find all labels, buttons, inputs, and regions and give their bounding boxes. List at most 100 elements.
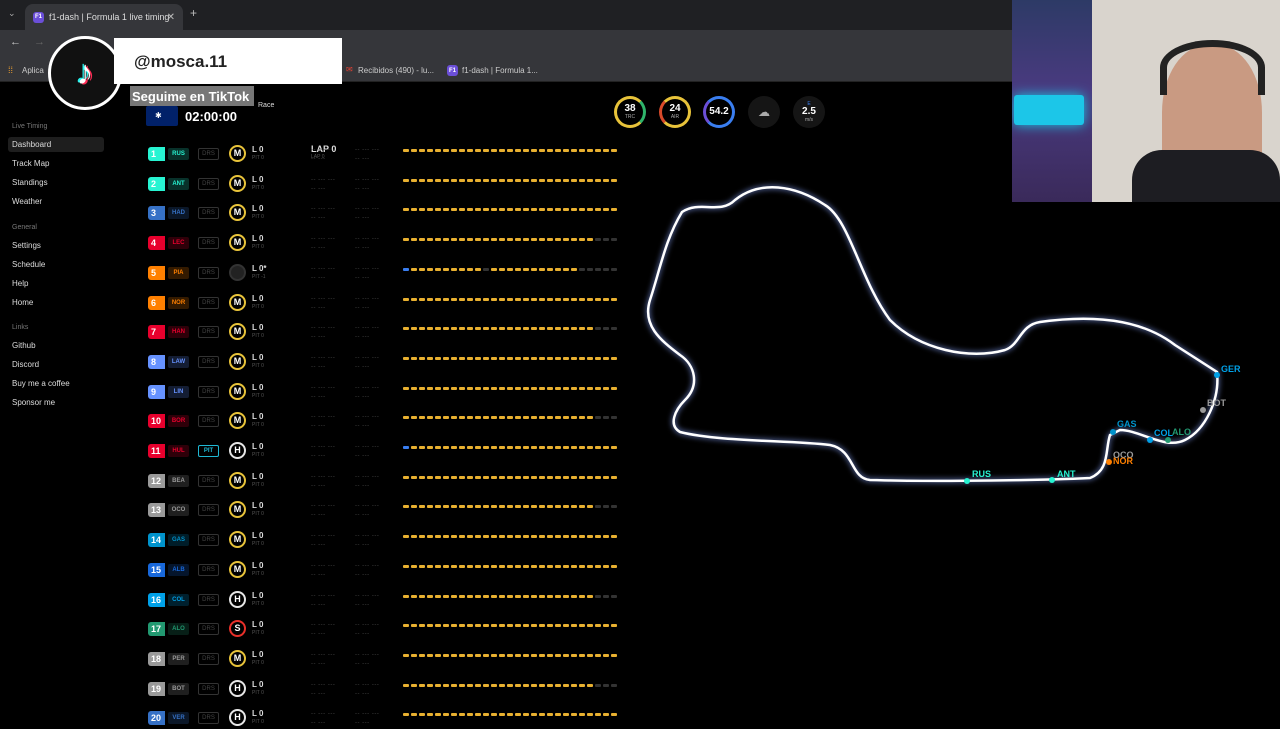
laptime-placeholder: -- --- ---	[355, 176, 380, 183]
driver-row[interactable]: 9 LIN DRS M L 0 PIT 0 -- --- --- -- --- --- -- -…	[148, 382, 618, 403]
minisector	[611, 564, 617, 568]
nav-discord[interactable]: Discord	[8, 357, 104, 372]
minisector	[507, 624, 513, 628]
car-dot-oco	[1106, 459, 1112, 465]
tab-search-chevron-icon[interactable]: ⌄	[8, 8, 16, 19]
minisector	[539, 713, 545, 717]
minisector	[411, 238, 417, 242]
minisector	[579, 238, 585, 242]
minisector	[411, 653, 417, 657]
nav-dashboard[interactable]: Dashboard	[8, 137, 104, 152]
gap-placeholder: -- --- ---	[311, 533, 336, 540]
nav-standings[interactable]: Standings	[8, 175, 104, 190]
nav-help[interactable]: Help	[8, 276, 104, 291]
nav-home[interactable]: Home	[8, 295, 104, 310]
driver-row[interactable]: 12 BEA DRS M L 0 PIT 0 -- --- --- -- --- --- -- …	[148, 471, 618, 492]
drs-indicator: DRS	[198, 712, 219, 725]
laptime-placeholder: -- --- ---	[355, 473, 380, 480]
bookmark-apps[interactable]: Aplica	[22, 66, 44, 75]
minisector	[483, 386, 489, 390]
nav-track-map[interactable]: Track Map	[8, 156, 104, 171]
interval-placeholder: -- ---	[311, 571, 326, 578]
minisector	[595, 149, 601, 152]
pit-count: PIT 0	[252, 333, 264, 340]
driver-code: BOR	[168, 415, 189, 428]
tyre-compound-icon: H	[229, 442, 246, 459]
lap-count: L 0	[252, 174, 264, 184]
minisector	[427, 446, 433, 449]
driver-row[interactable]: 16 COL DRS H L 0 PIT 0 -- --- --- -- --- --- -- …	[148, 590, 618, 611]
minisector	[555, 297, 561, 301]
minisector	[523, 267, 529, 271]
minisectors	[403, 624, 617, 628]
minisector	[587, 594, 593, 598]
driver-row[interactable]: 8 LAW DRS M L 0 PIT 0 -- --- --- -- --- --- -- -…	[148, 352, 618, 373]
driver-row[interactable]: 10 BOR DRS M L 0 PIT 0 -- --- --- -- --- --- -- …	[148, 412, 618, 432]
driver-row[interactable]: 17 ALO DRS S L 0 PIT 0 -- --- --- -- --- --- -- …	[148, 620, 618, 640]
minisector	[411, 446, 417, 449]
minisector	[515, 238, 521, 242]
nav-sponsor[interactable]: Sponsor me	[8, 395, 104, 410]
laptime-placeholder: -- --- ---	[355, 414, 380, 421]
driver-row[interactable]: 20 VER DRS H L 0 PIT 0 -- --- --- -- --- --- -- …	[148, 709, 618, 729]
interval-placeholder: -- ---	[311, 631, 326, 638]
minisector	[427, 208, 433, 212]
back-arrow-icon[interactable]: ←	[10, 36, 21, 48]
minisector	[563, 356, 569, 360]
nav-weather[interactable]: Weather	[8, 194, 104, 209]
driver-row[interactable]: 5 PIA DRS L 0* PIT -1 -- --- --- -- --- --- -- …	[148, 263, 618, 284]
driver-row[interactable]: 1 RUS DRS M L 0 PIT 0 -- --- --- -- --- --- -- -…	[148, 145, 618, 165]
driver-row[interactable]: 18 PER DRS M L 0 PIT 0 -- --- --- -- --- --- -- …	[148, 649, 618, 670]
minisector	[555, 505, 561, 509]
minisector	[451, 386, 457, 390]
driver-row[interactable]: 11 HUL PIT H L 0 PIT 0 -- --- --- -- --- --- -- …	[148, 442, 618, 462]
driver-row[interactable]: 2 ANT DRS M L 0 PIT 0 -- --- --- -- --- --- -- -…	[148, 174, 618, 195]
tab-title: f1-dash | Formula 1 live timing	[49, 12, 170, 22]
minisector	[483, 267, 489, 271]
driver-row[interactable]: 13 OCO DRS M L 0 PIT 0 -- --- --- -- --- --- -- …	[148, 501, 618, 521]
minisector	[467, 535, 473, 539]
minisector	[467, 446, 473, 449]
drs-indicator: DRS	[198, 534, 219, 547]
minisectors	[403, 327, 617, 331]
minisectors	[403, 178, 617, 182]
minisector	[467, 238, 473, 242]
minisector	[435, 683, 441, 687]
nav-buy-coffee[interactable]: Buy me a coffee	[8, 376, 104, 391]
minisector	[531, 713, 537, 717]
browser-tab[interactable]: F1 f1-dash | Formula 1 live timing ✕	[25, 4, 183, 30]
minisector	[603, 327, 609, 331]
minisector	[595, 624, 601, 628]
minisector	[603, 178, 609, 182]
driver-row[interactable]: 3 HAD DRS M L 0 PIT 0 -- --- --- -- --- --- -- -…	[148, 204, 618, 224]
position-badge: 14	[148, 533, 165, 548]
driver-row[interactable]: 14 GAS DRS M L 0 PIT 0 -- --- --- -- --- --- -- …	[148, 531, 618, 551]
nav-github[interactable]: Github	[8, 338, 104, 353]
minisector	[555, 267, 561, 271]
minisector	[483, 653, 489, 657]
minisector	[475, 208, 481, 212]
minisector	[435, 208, 441, 212]
driver-row[interactable]: 7 HAN DRS M L 0 PIT 0 -- --- --- -- --- --- -- -…	[148, 323, 618, 343]
bookmark-f1dash[interactable]: f1-dash | Formula 1...	[462, 66, 538, 75]
driver-row[interactable]: 19 BOT DRS H L 0 PIT 0 -- --- --- -- --- --- -- …	[148, 679, 618, 700]
minisector	[459, 297, 465, 301]
close-tab-icon[interactable]: ✕	[167, 12, 175, 23]
minisector	[475, 505, 481, 509]
minisector	[451, 297, 457, 301]
driver-row[interactable]: 6 NOR DRS M L 0 PIT 0 -- --- --- -- --- --- -- -…	[148, 293, 618, 314]
best-placeholder: -- ---	[355, 185, 370, 192]
position-badge: 7	[148, 325, 165, 340]
forward-arrow-icon[interactable]: →	[34, 36, 45, 48]
minisector	[411, 356, 417, 360]
minisector	[403, 475, 409, 479]
bookmark-gmail[interactable]: Recibidos (490) - lu...	[358, 66, 434, 75]
minisector	[435, 149, 441, 152]
nav-schedule[interactable]: Schedule	[8, 257, 104, 272]
driver-row[interactable]: 15 ALB DRS M L 0 PIT 0 -- --- --- -- --- --- -- …	[148, 560, 618, 581]
australia-flag-icon: ✱	[146, 106, 178, 126]
driver-row[interactable]: 4 LEC DRS M L 0 PIT 0 -- --- --- -- --- --- -- -…	[148, 234, 618, 254]
nav-settings[interactable]: Settings	[8, 238, 104, 253]
new-tab-button[interactable]: +	[190, 6, 197, 20]
minisector	[531, 297, 537, 301]
